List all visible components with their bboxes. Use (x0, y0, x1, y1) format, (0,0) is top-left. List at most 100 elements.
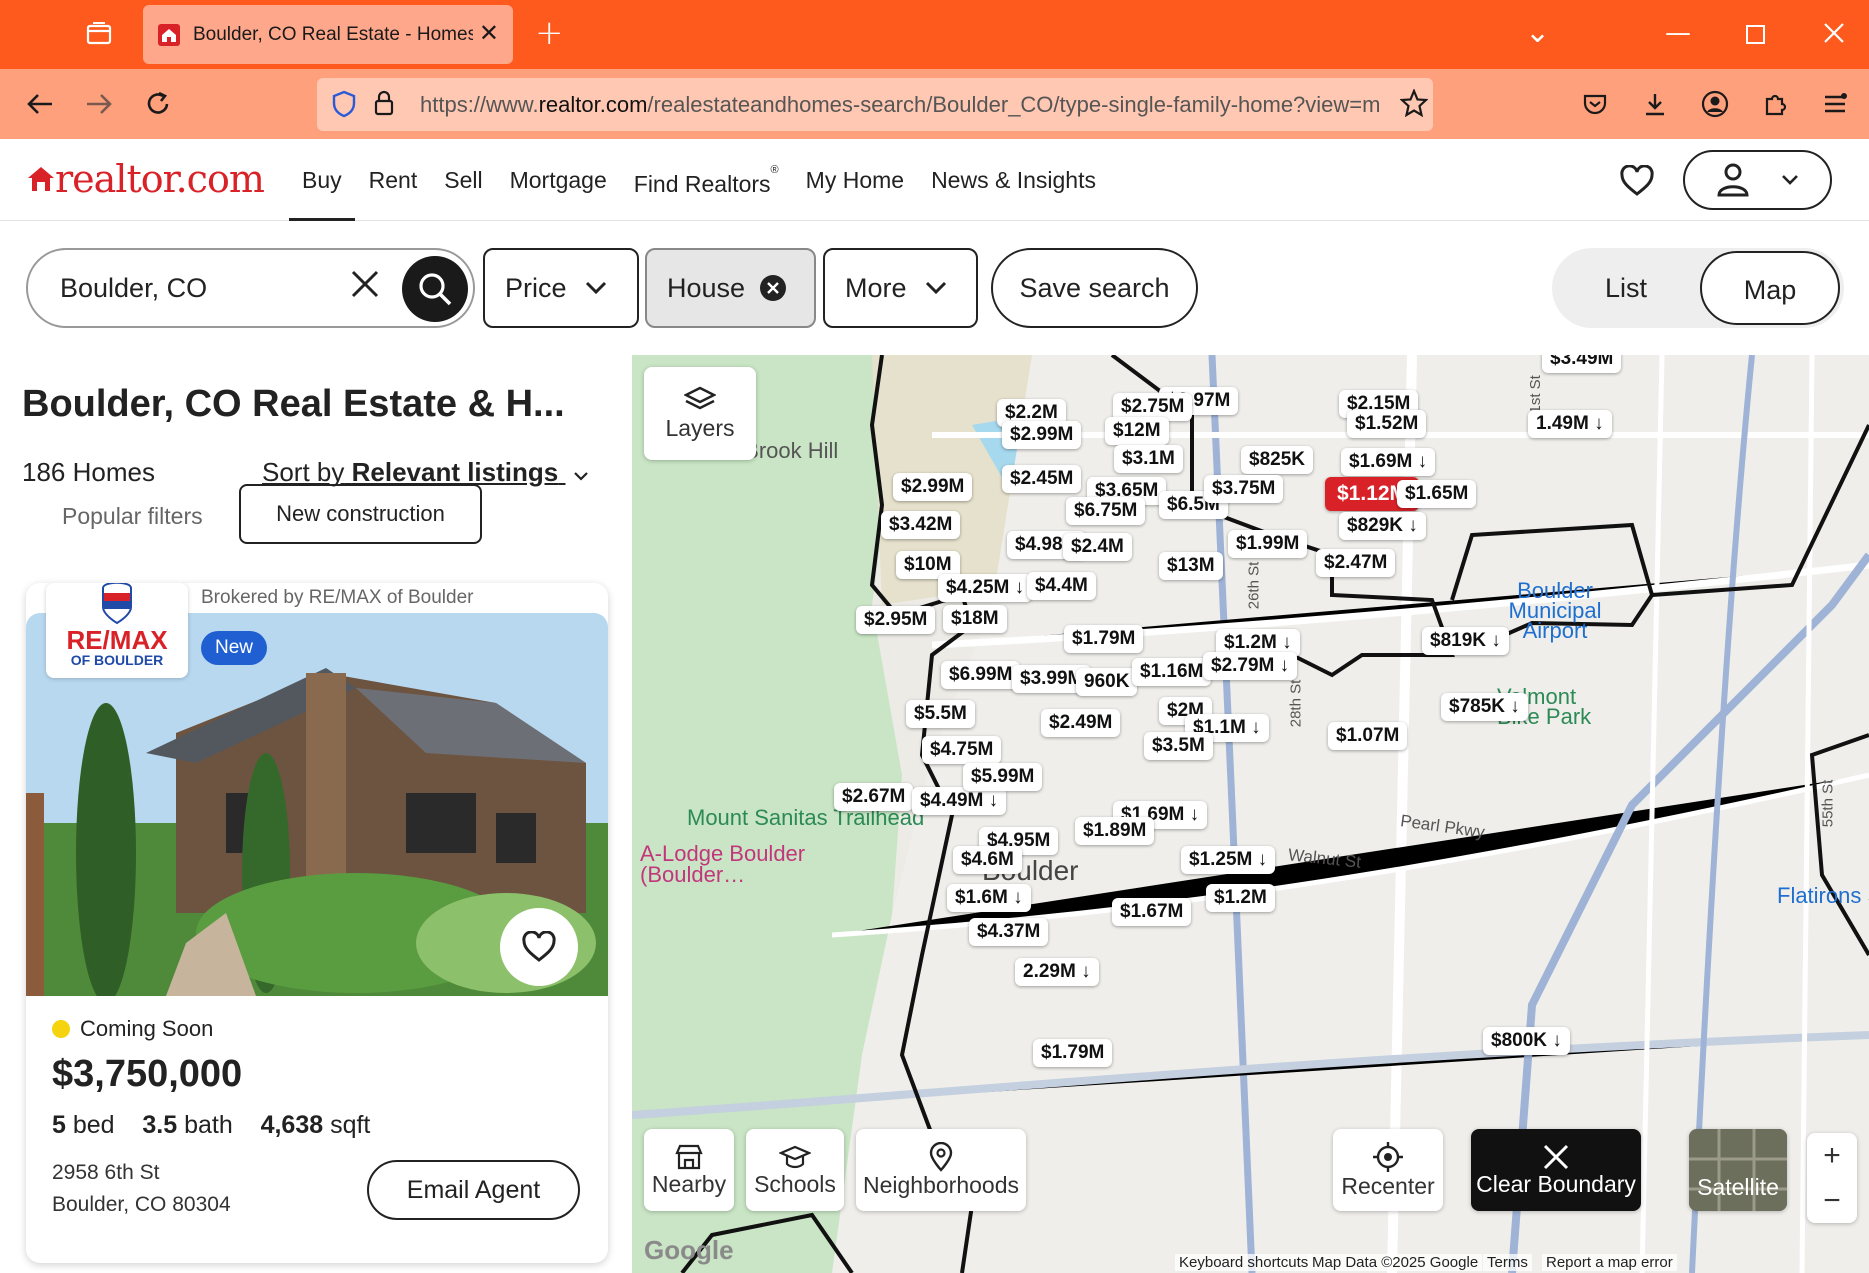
extensions-icon[interactable] (1756, 85, 1794, 123)
price-pin[interactable]: $3.42M (881, 511, 961, 539)
nav-news-insights[interactable]: News & Insights (931, 139, 1096, 221)
lock-icon[interactable] (373, 89, 395, 121)
url-text[interactable]: https://www.realtor.com/realestateandhom… (420, 92, 1380, 118)
price-pin[interactable]: $6.75M (1066, 497, 1146, 525)
price-pin[interactable]: $2.67M (834, 783, 914, 811)
price-pin[interactable]: $4.49M ↓ (912, 787, 1007, 815)
price-pin[interactable]: $2.99M (893, 473, 973, 501)
account-icon[interactable] (1696, 85, 1734, 123)
nav-my-home[interactable]: My Home (806, 139, 904, 221)
map-label-a-lodge[interactable]: A-Lodge Boulder (Boulder… (640, 843, 830, 886)
price-pin[interactable]: $1.99M (1228, 530, 1308, 558)
user-menu-button[interactable] (1683, 150, 1832, 210)
active-tab[interactable]: Boulder, CO Real Estate - Homes ✕ (143, 5, 513, 64)
download-icon[interactable] (1636, 85, 1674, 123)
map-label-airport[interactable]: Boulder Municipal Airport (1500, 580, 1610, 642)
favorite-heart-button[interactable] (500, 908, 578, 986)
price-pin[interactable]: $4.75M (922, 736, 1002, 764)
map-view-option[interactable]: Map (1700, 251, 1840, 325)
tab-close-icon[interactable]: ✕ (479, 20, 499, 46)
shield-icon[interactable] (331, 90, 357, 122)
report-map-error-link[interactable]: Report a map error (1542, 1254, 1677, 1271)
layers-button[interactable]: Layers (644, 367, 756, 460)
window-close-icon[interactable] (1822, 17, 1846, 55)
price-pin[interactable]: $785K ↓ (1441, 693, 1528, 721)
menu-hamburger-icon[interactable] (1816, 85, 1854, 123)
satellite-toggle[interactable]: Satellite (1689, 1129, 1787, 1211)
zoom-out-button[interactable]: − (1823, 1185, 1841, 1216)
price-pin[interactable]: $1.89M (1075, 817, 1155, 845)
price-pin[interactable]: $1.67M (1112, 898, 1192, 926)
zoom-in-button[interactable]: + (1823, 1140, 1841, 1171)
schools-button[interactable]: Schools (746, 1129, 844, 1211)
tab-list-icon[interactable] (82, 18, 116, 50)
more-filters-button[interactable]: More (823, 248, 978, 328)
price-pin[interactable]: $2.47M (1316, 549, 1396, 577)
clear-boundary-button[interactable]: Clear Boundary (1471, 1129, 1641, 1211)
new-construction-chip[interactable]: New construction (239, 484, 482, 544)
pocket-icon[interactable] (1576, 85, 1614, 123)
location-search-input[interactable]: Boulder, CO (26, 248, 475, 328)
price-pin[interactable]: $1.79M (1033, 1039, 1113, 1067)
price-pin[interactable]: $1.2M (1206, 884, 1275, 912)
neighborhoods-button[interactable]: Neighborhoods (856, 1129, 1026, 1211)
price-pin[interactable]: $18M (943, 605, 1007, 633)
map-view[interactable]: Pine Brook Hill Mount Sanitas Trailhead … (632, 355, 1869, 1273)
recenter-button[interactable]: Recenter (1333, 1129, 1443, 1211)
terms-link[interactable]: Terms (1483, 1254, 1532, 1271)
price-pin[interactable]: $1.16M (1132, 658, 1212, 686)
search-button[interactable] (402, 256, 468, 322)
price-pin[interactable]: $1.69M ↓ (1341, 448, 1436, 476)
clear-search-icon[interactable] (350, 268, 380, 308)
save-search-button[interactable]: Save search (991, 248, 1198, 328)
remove-filter-icon[interactable] (759, 274, 787, 302)
address-bar[interactable]: https://www.realtor.com/realestateandhom… (317, 78, 1433, 131)
price-pin[interactable]: 960K (1076, 668, 1138, 696)
reload-icon[interactable] (139, 85, 177, 123)
nearby-button[interactable]: Nearby (644, 1129, 734, 1211)
nav-sell[interactable]: Sell (444, 139, 482, 221)
saved-homes-heart-icon[interactable] (1617, 161, 1657, 201)
keyboard-shortcuts-link[interactable]: Keyboard shortcuts (1175, 1254, 1313, 1271)
price-pin[interactable]: $3.1M (1114, 445, 1183, 473)
price-pin[interactable]: $2.99M (1002, 421, 1082, 449)
price-pin[interactable]: $4.37M (969, 918, 1049, 946)
minimize-icon[interactable]: — (1665, 14, 1691, 52)
price-pin[interactable]: 1.49M ↓ (1528, 410, 1612, 438)
nav-mortgage[interactable]: Mortgage (510, 139, 607, 221)
tab-overflow-chevron-icon[interactable]: ⌄ (1525, 14, 1550, 52)
nav-rent[interactable]: Rent (369, 139, 418, 221)
list-view-option[interactable]: List (1552, 248, 1700, 328)
price-pin[interactable]: $2.79M ↓ (1203, 652, 1298, 680)
map-label-flatirons[interactable]: Flatirons S (1777, 883, 1869, 909)
price-pin[interactable]: $1.07M (1328, 722, 1408, 750)
price-pin[interactable]: $4.4M (1027, 572, 1096, 600)
price-pin[interactable]: $1.65M (1397, 480, 1477, 508)
forward-arrow-icon[interactable] (80, 85, 118, 123)
bookmark-star-icon[interactable] (1399, 88, 1429, 121)
price-pin[interactable]: $6.99M (941, 661, 1021, 689)
price-pin[interactable]: $12M (1105, 417, 1169, 445)
price-pin[interactable]: $2.95M (856, 606, 936, 634)
price-pin[interactable]: $3.5M (1144, 732, 1213, 760)
price-pin[interactable]: $3.49M (1542, 355, 1622, 373)
price-pin[interactable]: $2.45M (1002, 465, 1082, 493)
price-pin[interactable]: $13M (1159, 552, 1223, 580)
realtor-logo[interactable]: realtor.com (27, 157, 265, 201)
price-pin[interactable]: $2.4M (1063, 533, 1132, 561)
back-arrow-icon[interactable] (21, 85, 59, 123)
price-pin[interactable]: $829K ↓ (1339, 512, 1426, 540)
email-agent-button[interactable]: Email Agent (367, 1160, 580, 1220)
price-pin[interactable]: $800K ↓ (1483, 1027, 1570, 1055)
nav-find-realtors[interactable]: Find Realtors® (634, 139, 779, 221)
house-filter-chip[interactable]: House (645, 248, 816, 328)
price-pin[interactable]: $5.5M (906, 700, 975, 728)
price-pin[interactable]: $5.99M (963, 763, 1043, 791)
new-tab-button[interactable]: + (535, 16, 564, 50)
price-pin[interactable]: $819K ↓ (1422, 627, 1509, 655)
price-pin[interactable]: $4.25M ↓ (938, 574, 1033, 602)
price-pin[interactable]: $2.49M (1041, 709, 1121, 737)
price-pin[interactable]: $1.79M (1064, 625, 1144, 653)
price-pin[interactable]: $3.75M (1204, 475, 1284, 503)
listing-address[interactable]: 2958 6th St Boulder, CO 80304 (52, 1157, 231, 1221)
